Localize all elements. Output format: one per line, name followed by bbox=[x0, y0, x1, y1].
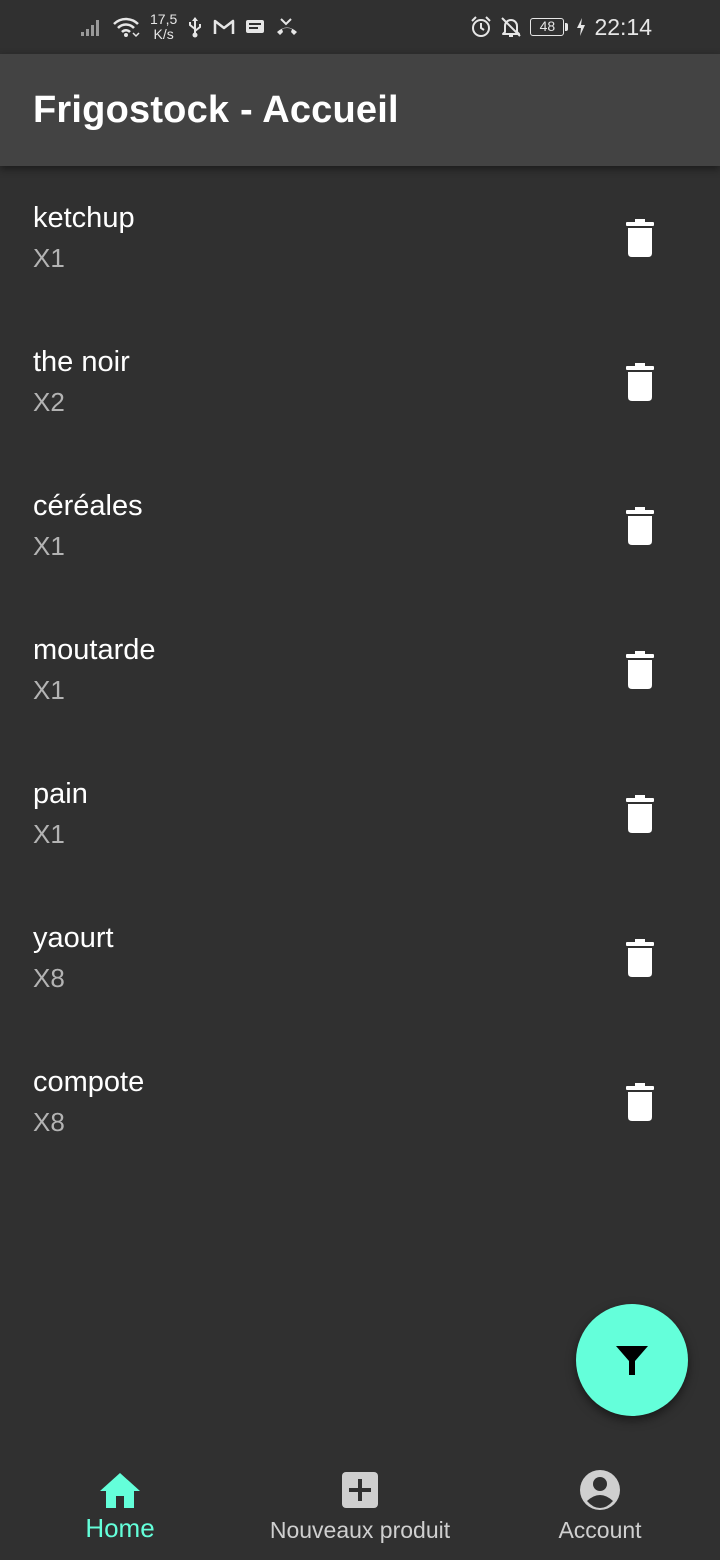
nav-label-account: Account bbox=[558, 1517, 642, 1543]
product-list: ketchup X1 the noir X2 céréales X1 mouta… bbox=[0, 166, 720, 1174]
app-bar: Frigostock - Accueil bbox=[0, 54, 720, 166]
list-item[interactable]: yaourt X8 bbox=[0, 886, 720, 1030]
add-box-icon bbox=[338, 1468, 382, 1512]
battery-level: 48 bbox=[530, 18, 565, 36]
missed-call-icon bbox=[275, 17, 299, 37]
battery-icon: 48 bbox=[530, 18, 569, 36]
nav-item-account[interactable]: Account bbox=[480, 1448, 720, 1560]
list-item[interactable]: ketchup X1 bbox=[0, 166, 720, 310]
network-speed-unit: K/s bbox=[153, 26, 174, 42]
product-name: céréales bbox=[33, 490, 143, 522]
network-speed: 17,5 K/s bbox=[150, 12, 177, 42]
alarm-icon bbox=[470, 16, 492, 38]
product-quantity: X1 bbox=[33, 243, 65, 273]
delete-button[interactable] bbox=[612, 1074, 668, 1130]
delete-button[interactable] bbox=[612, 930, 668, 986]
product-name: moutarde bbox=[33, 634, 156, 666]
bottom-navigation: Home Nouveaux produit Account bbox=[0, 1448, 720, 1560]
status-time: 22:14 bbox=[594, 13, 652, 40]
status-bar: 17,5 K/s 48 22:14 bbox=[0, 0, 720, 54]
delete-button[interactable] bbox=[612, 210, 668, 266]
nav-label-home: Home bbox=[85, 1513, 155, 1543]
status-left-icons: 17,5 K/s bbox=[80, 10, 299, 44]
trash-icon bbox=[626, 939, 654, 977]
product-quantity: X2 bbox=[33, 387, 65, 417]
list-item[interactable]: the noir X2 bbox=[0, 310, 720, 454]
product-quantity: X1 bbox=[33, 531, 65, 561]
product-name: pain bbox=[33, 778, 88, 810]
home-icon bbox=[98, 1468, 142, 1512]
trash-icon bbox=[626, 795, 654, 833]
nav-item-new-product[interactable]: Nouveaux produit bbox=[240, 1448, 480, 1560]
trash-icon bbox=[626, 507, 654, 545]
list-item[interactable]: compote X8 bbox=[0, 1030, 720, 1174]
product-name: yaourt bbox=[33, 922, 114, 954]
list-item[interactable]: pain X1 bbox=[0, 742, 720, 886]
trash-icon bbox=[626, 1083, 654, 1121]
signal-icon bbox=[80, 17, 102, 37]
product-quantity: X1 bbox=[33, 675, 65, 705]
product-name: ketchup bbox=[33, 202, 135, 234]
product-quantity: X8 bbox=[33, 1107, 65, 1137]
list-item[interactable]: moutarde X1 bbox=[0, 598, 720, 742]
delete-button[interactable] bbox=[612, 354, 668, 410]
delete-button[interactable] bbox=[612, 498, 668, 554]
wifi-icon bbox=[112, 16, 140, 38]
trash-icon bbox=[626, 651, 654, 689]
network-speed-value: 17,5 bbox=[150, 11, 178, 27]
filter-icon bbox=[616, 1346, 648, 1375]
page-title: Frigostock - Accueil bbox=[33, 89, 399, 131]
nav-item-home[interactable]: Home bbox=[0, 1448, 240, 1560]
notifications-off-icon bbox=[500, 16, 522, 38]
product-name: compote bbox=[33, 1066, 145, 1098]
trash-icon bbox=[626, 219, 654, 257]
product-quantity: X8 bbox=[33, 963, 65, 993]
message-icon bbox=[245, 18, 265, 36]
status-right-icons: 48 22:14 bbox=[470, 10, 652, 44]
usb-icon bbox=[187, 16, 203, 38]
delete-button[interactable] bbox=[612, 642, 668, 698]
nav-label-new-product: Nouveaux produit bbox=[269, 1517, 451, 1543]
list-item[interactable]: céréales X1 bbox=[0, 454, 720, 598]
product-name: the noir bbox=[33, 346, 130, 378]
account-circle-icon bbox=[578, 1468, 622, 1512]
trash-icon bbox=[626, 363, 654, 401]
product-quantity: X1 bbox=[33, 819, 65, 849]
gmail-icon bbox=[213, 18, 235, 36]
charging-icon bbox=[576, 17, 586, 37]
delete-button[interactable] bbox=[612, 786, 668, 842]
filter-button[interactable] bbox=[576, 1304, 688, 1416]
